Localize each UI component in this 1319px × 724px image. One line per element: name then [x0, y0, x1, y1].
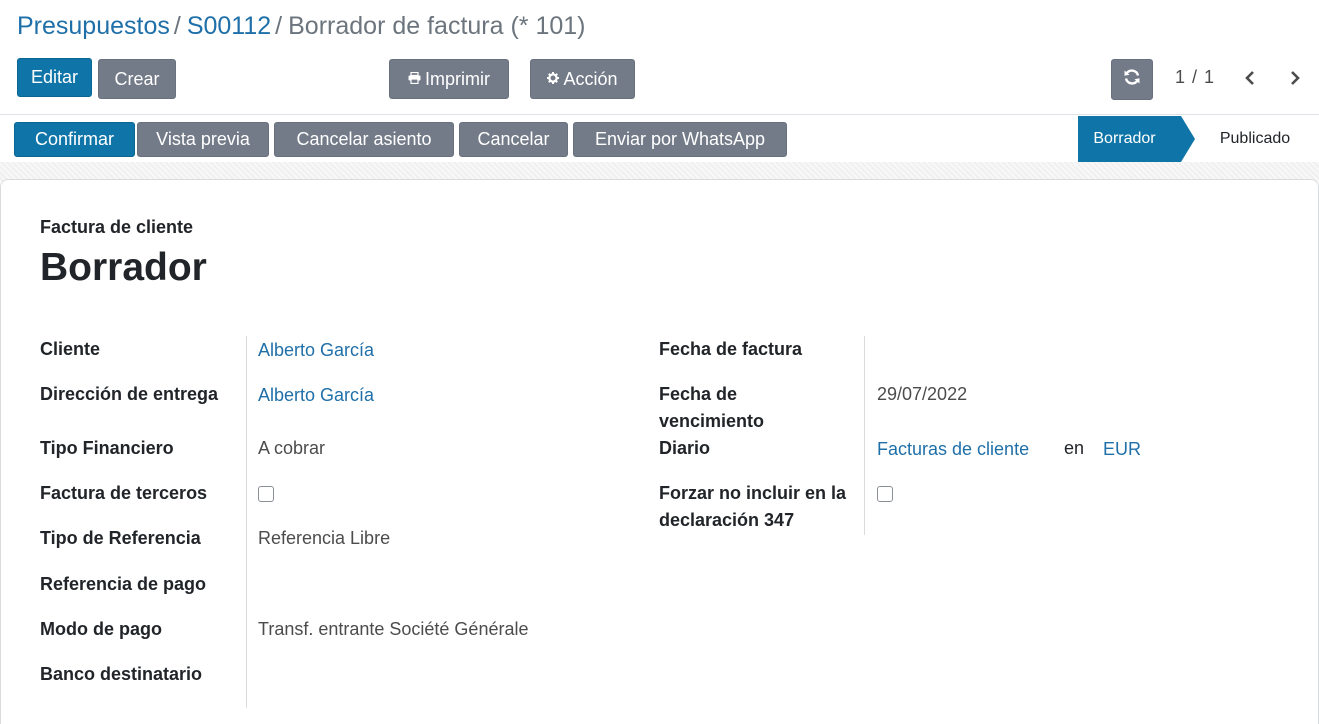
breadcrumb-order[interactable]: S00112: [187, 12, 271, 40]
modo-pago-value: Transf. entrante Société Générale: [258, 619, 529, 639]
direccion-entrega-value[interactable]: Alberto García: [258, 382, 374, 409]
breadcrumb-separator: /: [275, 12, 283, 40]
diario-value[interactable]: Facturas de cliente: [877, 436, 1029, 463]
print-label: Imprimir: [425, 68, 490, 89]
cliente-value[interactable]: Alberto García: [258, 337, 374, 364]
modo-pago-label: Modo de pago: [40, 619, 162, 639]
breadcrumb-current: Borrador de factura (* 101): [288, 12, 586, 40]
pager-value[interactable]: 1 / 1: [1175, 67, 1215, 88]
diario-currency[interactable]: EUR: [1103, 436, 1141, 463]
chevron-left-icon[interactable]: [1239, 66, 1261, 90]
stage-borrador: Borrador: [1078, 116, 1195, 162]
chevron-right-icon[interactable]: [1284, 66, 1306, 90]
fecha-vencimiento-value[interactable]: 29/07/2022: [877, 381, 967, 408]
fecha-vencimiento-label: Fecha de vencimiento: [659, 384, 765, 431]
print-button[interactable]: Imprimir: [389, 59, 509, 99]
tipo-referencia-value: Referencia Libre: [258, 528, 391, 548]
cancel-button[interactable]: Cancelar: [459, 122, 568, 157]
refresh-icon: [1123, 68, 1141, 91]
action-label: Acción: [563, 68, 618, 89]
statusbar: Confirmar Vista previa Cancelar asiento …: [0, 114, 1319, 162]
gear-icon: [547, 71, 560, 87]
control-panel: Presupuestos / S00112/Borrador de factura …: [0, 0, 1319, 114]
diario-label: Diario: [659, 438, 711, 458]
preview-button[interactable]: Vista previa: [137, 122, 269, 157]
tipo-referencia-label: Tipo de Referencia: [40, 528, 201, 548]
tipo-financiero-value: A cobrar: [258, 438, 326, 458]
tipo-financiero-label: Tipo Financiero: [40, 438, 174, 458]
forzar-347-checkbox[interactable]: [877, 486, 893, 502]
diario-en-text: en: [1064, 438, 1085, 458]
edit-button[interactable]: Editar: [17, 58, 92, 97]
stage-publicado[interactable]: Publicado: [1196, 116, 1314, 162]
send-whatsapp-button[interactable]: Enviar por WhatsApp: [573, 122, 787, 157]
breadcrumb-separator: /: [173, 12, 181, 40]
factura-terceros-checkbox[interactable]: [258, 486, 274, 502]
action-button[interactable]: Acción: [530, 59, 635, 99]
factura-terceros-label: Factura de terceros: [40, 483, 208, 503]
printer-icon: [408, 71, 421, 87]
document-title: Borrador: [40, 246, 207, 289]
breadcrumb-presupuestos[interactable]: Presupuestos: [17, 12, 170, 40]
refresh-button[interactable]: [1111, 59, 1153, 100]
left-group-divider: [246, 336, 247, 708]
forzar-347-label: Forzar no incluir en la declaración 347: [659, 483, 847, 530]
referencia-pago-label: Referencia de pago: [40, 574, 207, 594]
direccion-entrega-label: Dirección de entrega: [40, 384, 219, 404]
create-button[interactable]: Crear: [98, 59, 176, 99]
confirm-button[interactable]: Confirmar: [14, 122, 135, 157]
banco-destinatario-label: Banco destinatario: [40, 664, 203, 684]
breadcrumb: Presupuestos / S00112/Borrador de factura …: [17, 12, 586, 41]
fecha-factura-label: Fecha de factura: [659, 339, 803, 359]
cancel-entry-button[interactable]: Cancelar asiento: [274, 122, 454, 157]
document-type-label: Factura de cliente: [40, 217, 194, 237]
right-group-divider: [864, 336, 865, 535]
cliente-label: Cliente: [40, 339, 101, 359]
